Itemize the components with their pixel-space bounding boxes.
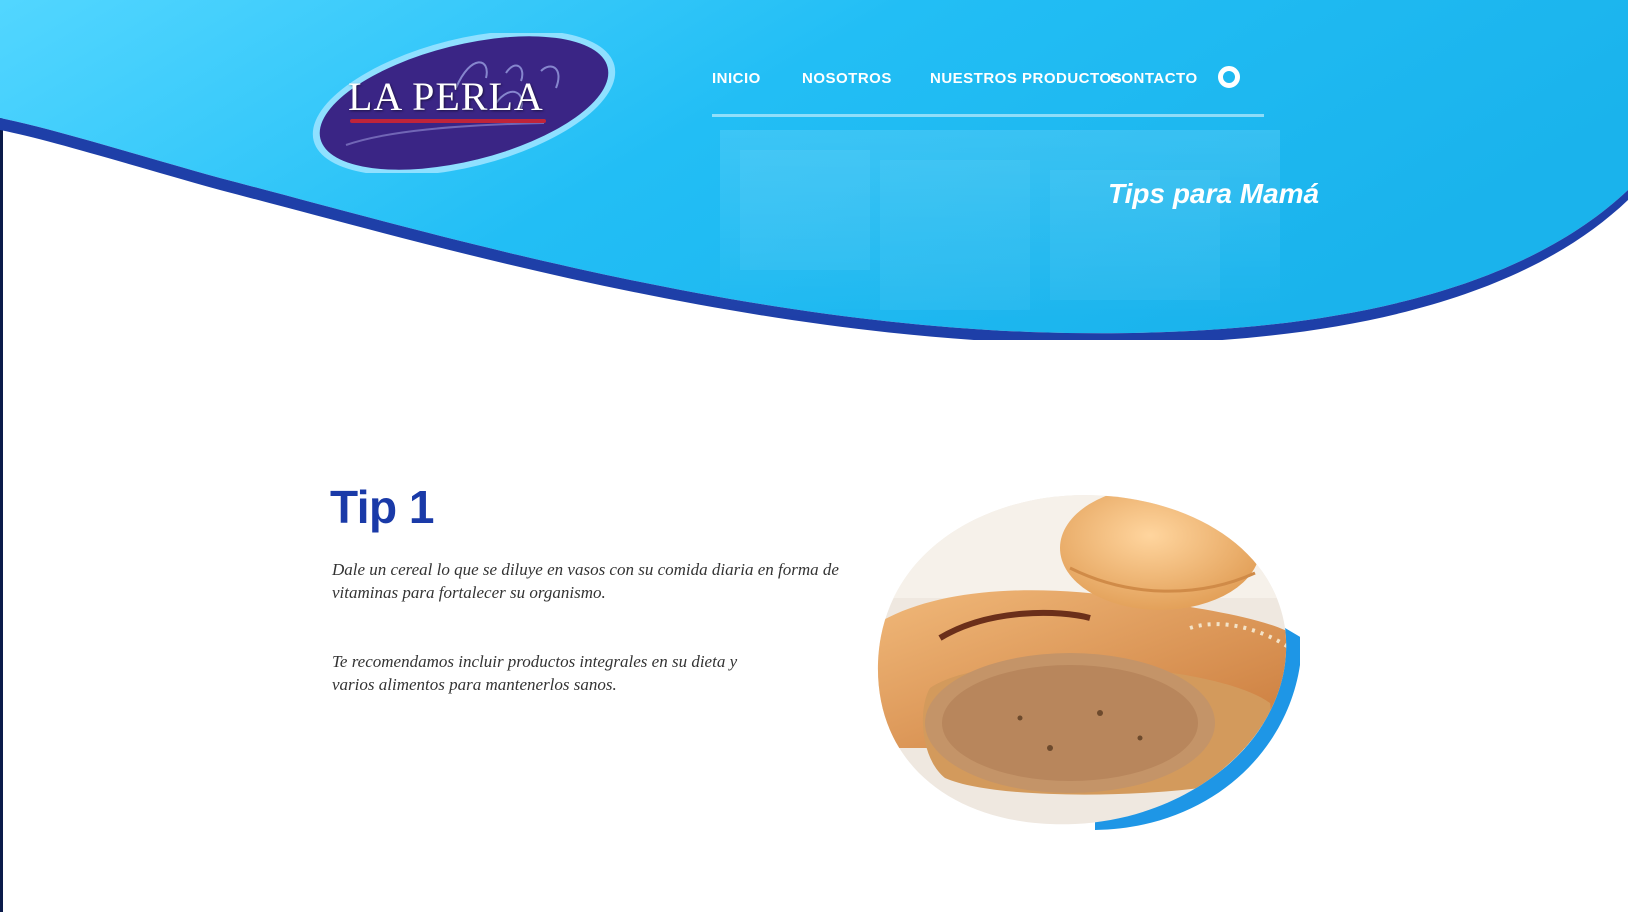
logo-underline — [350, 119, 546, 123]
header-wave-background — [0, 0, 1628, 340]
nav-nosotros[interactable]: NOSOTROS — [802, 70, 892, 87]
nav-inicio[interactable]: INICIO — [712, 70, 761, 87]
tip-paragraph-2: Te recomendamos incluir productos integr… — [332, 652, 738, 694]
nav-divider — [712, 114, 1264, 117]
brand-logo[interactable]: LA PERLA — [306, 33, 622, 173]
search-icon[interactable] — [1218, 66, 1240, 88]
tip-paragraph-1: Dale un cereal lo que se diluye en vasos… — [332, 560, 839, 602]
main-navigation: INICIO NOSOTROS NUESTROS PRODUCTOS CONTA… — [712, 62, 1264, 118]
page-title: Tips para Mamá — [1108, 178, 1320, 209]
nav-contacto[interactable]: CONTACTO — [1110, 70, 1198, 87]
tip-title: Tip 1 — [330, 481, 435, 533]
logo-text: LA PERLA — [348, 74, 544, 119]
nav-productos[interactable]: NUESTROS PRODUCTOS — [930, 70, 1122, 87]
bread-image — [877, 495, 1300, 830]
